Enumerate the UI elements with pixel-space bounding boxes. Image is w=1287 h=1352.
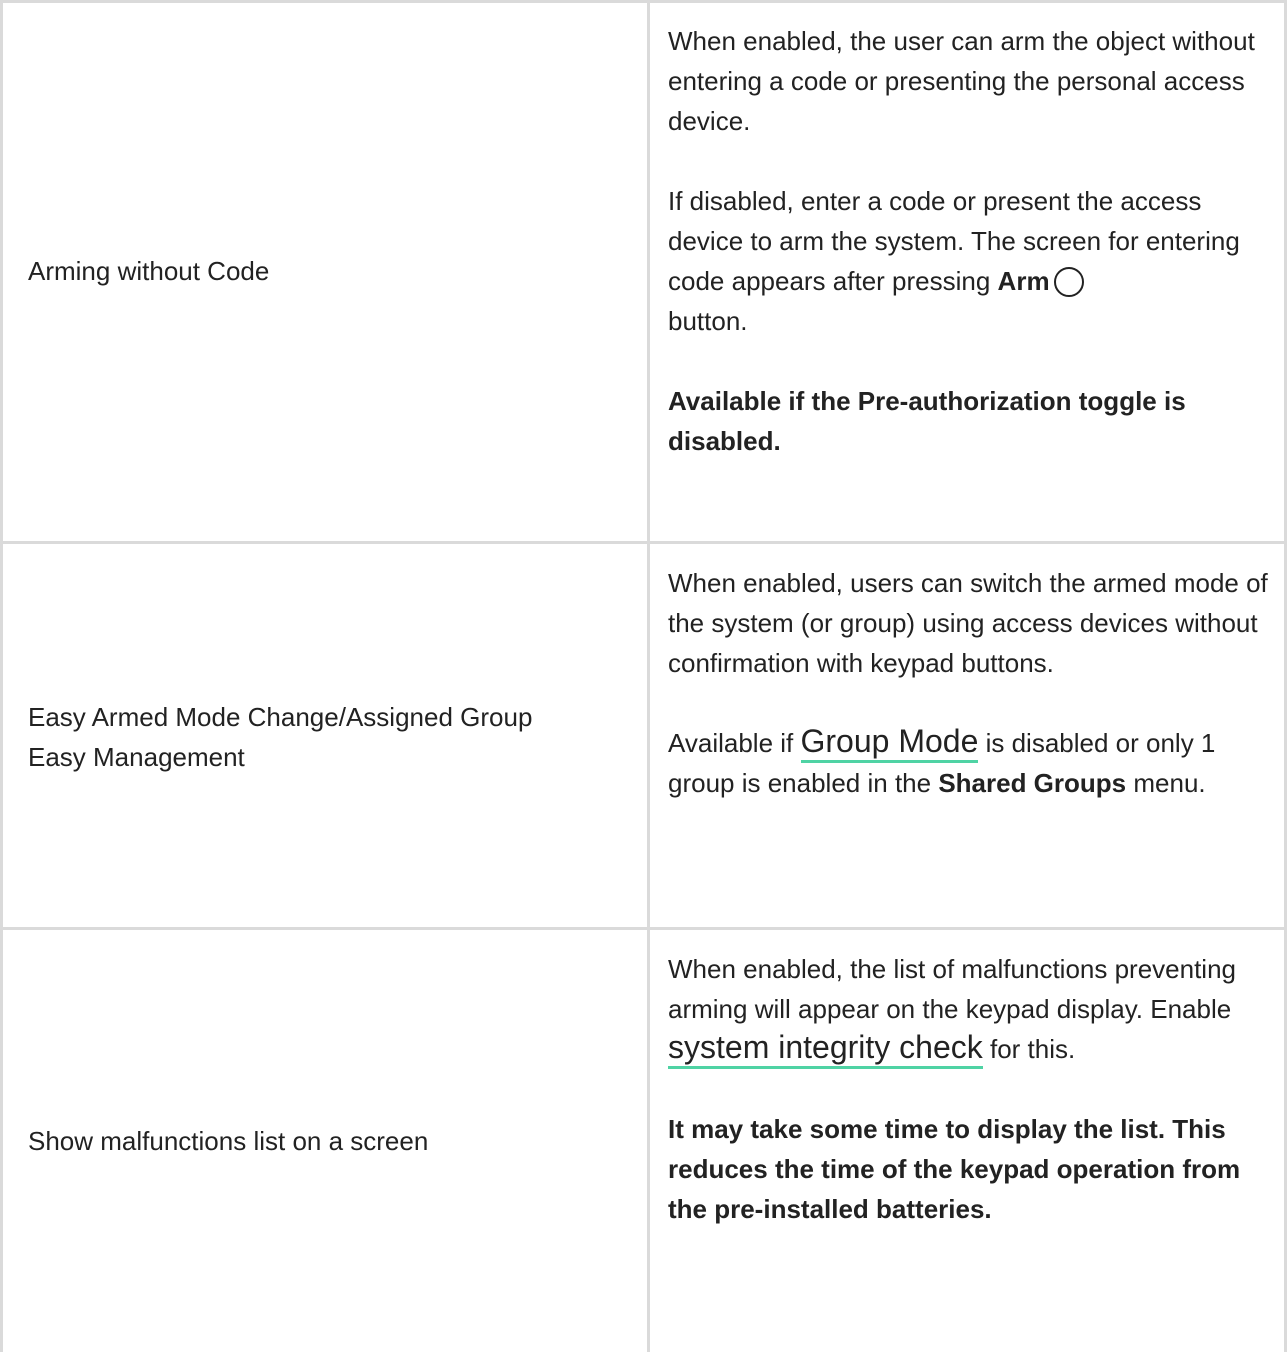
setting-name: Show malfunctions list on a screen bbox=[28, 1126, 429, 1156]
description-note: It may take some time to display the lis… bbox=[668, 1114, 1241, 1224]
setting-description: When enabled, users can switch the armed… bbox=[668, 563, 1273, 803]
setting-name: Easy Armed Mode Change/Assigned Group Ea… bbox=[28, 702, 533, 772]
table-row: Show malfunctions list on a screen When … bbox=[0, 928, 1287, 1352]
description-paragraph: When enabled, the list of malfunctions p… bbox=[668, 949, 1273, 1069]
description-paragraph: When enabled, users can switch the armed… bbox=[668, 568, 1268, 678]
setting-description: When enabled, the list of malfunctions p… bbox=[668, 949, 1273, 1229]
circle-icon bbox=[1053, 267, 1084, 297]
table-row: Arming without Code When enabled, the us… bbox=[0, 0, 1287, 542]
settings-table: Arming without Code When enabled, the us… bbox=[0, 0, 1287, 1352]
description-note: Available if the Pre-authorization toggl… bbox=[668, 386, 1186, 456]
setting-description: When enabled, the user can arm the objec… bbox=[668, 21, 1273, 461]
description-paragraph: When enabled, the user can arm the objec… bbox=[668, 26, 1255, 136]
table-row: Easy Armed Mode Change/Assigned Group Ea… bbox=[0, 542, 1287, 928]
arm-label: Arm bbox=[997, 266, 1050, 296]
group-mode-link[interactable]: Group Mode bbox=[800, 723, 979, 763]
description-paragraph: Available if Group Mode is disabled or o… bbox=[668, 723, 1216, 798]
system-integrity-check-link[interactable]: system integrity check bbox=[668, 1029, 983, 1069]
setting-name: Arming without Code bbox=[28, 256, 270, 286]
description-paragraph: If disabled, enter a code or present the… bbox=[668, 186, 1240, 336]
